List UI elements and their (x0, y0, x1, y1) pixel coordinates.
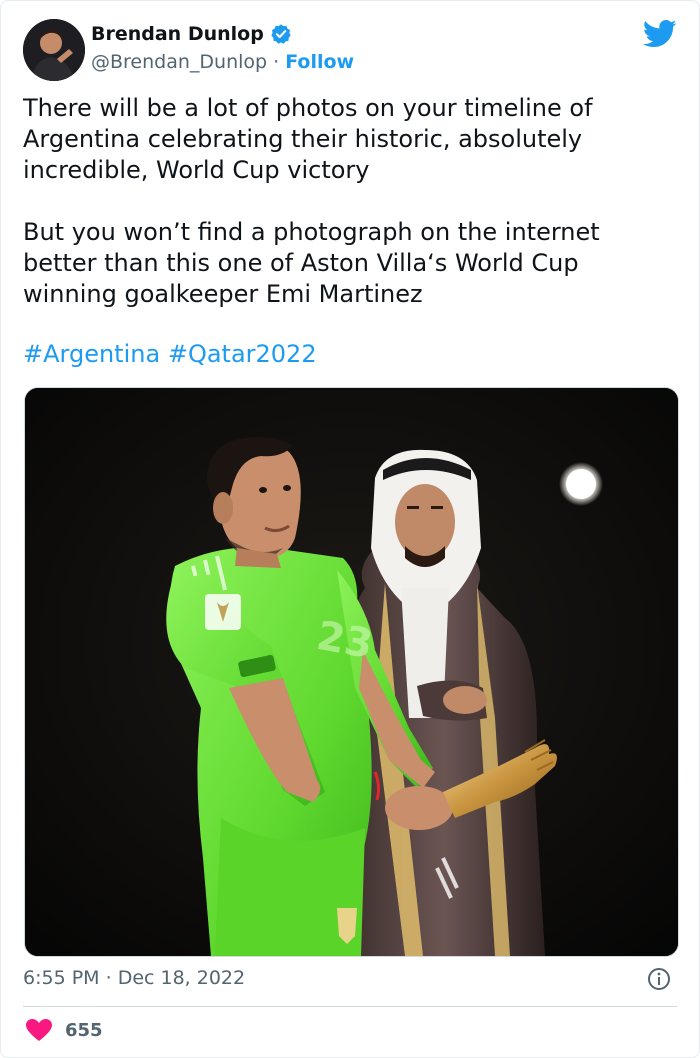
tweet-date[interactable]: Dec 18, 2022 (118, 967, 245, 989)
handle[interactable]: @Brendan_Dunlop (91, 51, 267, 73)
display-name[interactable]: Brendan Dunlop (91, 23, 264, 45)
tweet-photo[interactable]: 23 (24, 387, 679, 957)
verified-badge-icon (270, 23, 292, 45)
tweet-paragraph-2: But you won’t find a photograph on the i… (23, 218, 600, 308)
twitter-bird-icon[interactable] (643, 19, 677, 49)
timestamp-separator: · (99, 967, 118, 989)
hashtag-qatar2022[interactable]: #Qatar2022 (168, 340, 317, 368)
like-count: 655 (65, 1019, 103, 1041)
follow-button[interactable]: Follow (285, 51, 354, 73)
info-icon[interactable] (647, 967, 671, 991)
handle-separator: · (267, 51, 286, 73)
hashtag-argentina[interactable]: #Argentina (23, 340, 160, 368)
hashtags: #Argentina #Qatar2022 (23, 339, 317, 370)
tweet-paragraph-1: There will be a lot of photos on your ti… (23, 94, 593, 184)
jersey-number: 23 (313, 613, 376, 668)
tweet-card: Brendan Dunlop @Brendan_Dunlop · Follow … (0, 0, 700, 1058)
tweet-text: There will be a lot of photos on your ti… (23, 93, 673, 310)
heart-icon[interactable] (25, 1018, 53, 1042)
avatar[interactable] (23, 19, 85, 81)
footer-divider (23, 1006, 677, 1007)
tweet-time[interactable]: 6:55 PM (23, 967, 100, 989)
handle-row: @Brendan_Dunlop · Follow (91, 51, 354, 73)
author-name-row[interactable]: Brendan Dunlop (91, 23, 292, 45)
like-section[interactable]: 655 (25, 1018, 103, 1042)
tweet-timestamp[interactable]: 6:55 PM · Dec 18, 2022 (23, 967, 245, 989)
